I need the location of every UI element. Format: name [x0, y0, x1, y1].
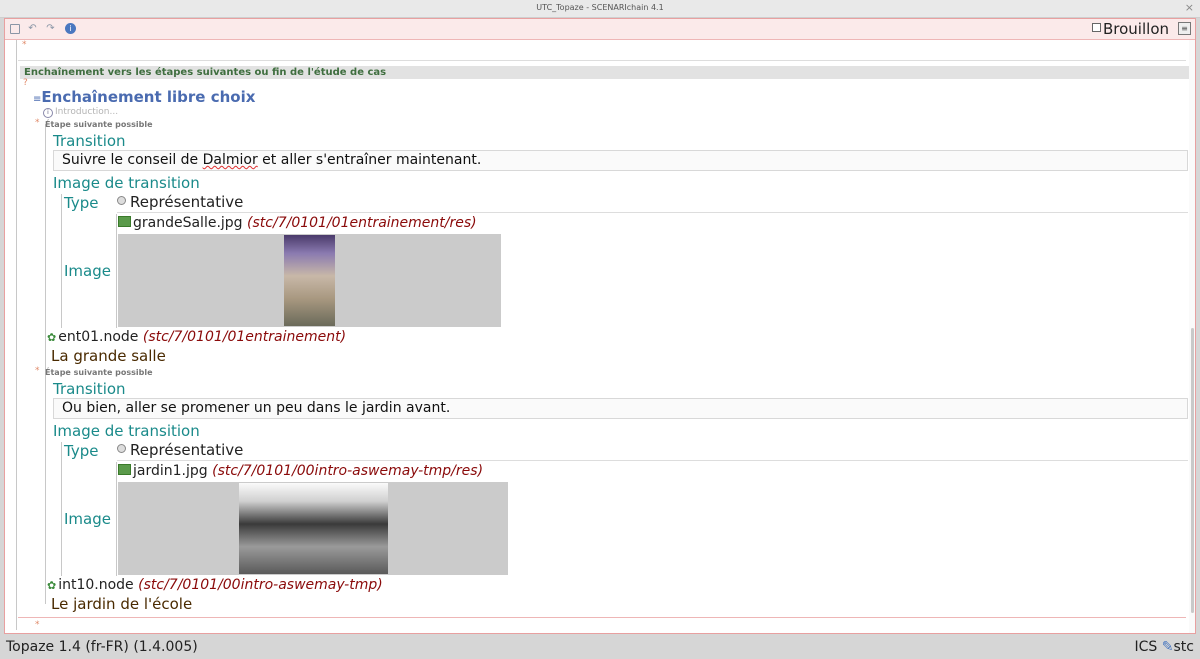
image-preview-photo — [284, 235, 335, 326]
divider — [117, 212, 1188, 213]
required-marker: * — [35, 118, 40, 128]
tree-line — [16, 40, 17, 630]
checkbox-box[interactable] — [1092, 23, 1101, 32]
node-ref[interactable]: ✿ int10.node (stc/7/0101/00intro-aswemay-… — [47, 577, 383, 593]
transition-text-part: Suivre le conseil de — [62, 152, 203, 168]
close-icon[interactable]: × — [1185, 1, 1194, 14]
intro-text: Introduction... — [55, 107, 119, 117]
image-file-ref[interactable]: grandeSalle.jpg (stc/7/0101/01entraineme… — [118, 215, 477, 231]
divider — [18, 60, 1186, 61]
transition-label: Transition — [53, 380, 126, 398]
type-value: Représentative — [130, 193, 244, 211]
type-label: Type — [64, 442, 99, 460]
transition-label: Transition — [53, 132, 126, 150]
required-marker: * — [35, 620, 40, 630]
image-label: Image — [64, 510, 111, 528]
image-label: Image — [64, 262, 111, 280]
node-ref[interactable]: ✿ ent01.node (stc/7/0101/01entrainement) — [47, 329, 346, 345]
file-name: jardin1.jpg — [133, 463, 208, 479]
window-titlebar: UTC_Topaze - SCENARIchain 4.1 × — [0, 0, 1200, 18]
radio-dot[interactable] — [117, 196, 126, 205]
node-title: Le jardin de l'école — [51, 595, 193, 613]
tree-line — [116, 214, 117, 328]
image-section-label: Image de transition — [53, 422, 200, 440]
divider — [18, 617, 1186, 618]
status-ics: ICS — [1134, 639, 1158, 655]
image-preview-photo — [239, 483, 388, 574]
node-name: int10.node — [58, 577, 134, 593]
type-label: Type — [64, 194, 99, 212]
info-icon[interactable]: i — [65, 23, 76, 34]
required-marker: * — [22, 40, 27, 50]
step-caption: Étape suivante possible — [45, 368, 153, 377]
vertical-scrollbar[interactable] — [1189, 40, 1195, 633]
save-icon[interactable] — [10, 24, 20, 34]
pen-icon: ✎ — [1161, 639, 1174, 655]
transition-text-field[interactable]: Ou bien, aller se promener un peu dans l… — [53, 398, 1188, 419]
draft-checkbox[interactable]: Brouillon — [1092, 20, 1169, 38]
transition-text-field[interactable]: Suivre le conseil de Dalmior et aller s'… — [53, 150, 1188, 171]
image-section-label: Image de transition — [53, 174, 200, 192]
window-title: UTC_Topaze - SCENARIchain 4.1 — [536, 3, 664, 12]
status-version: Topaze 1.4 (fr-FR) (1.4.005) — [6, 639, 198, 655]
misspelled-word: Dalmior — [202, 152, 258, 168]
required-marker: * — [35, 366, 40, 376]
node-path: (stc/7/0101/01entrainement) — [142, 329, 347, 345]
tree-line — [61, 442, 62, 576]
block-title-text: Enchaînement libre choix — [41, 88, 256, 106]
tree-line — [61, 194, 62, 328]
help-marker[interactable]: ? — [23, 78, 28, 88]
redo-icon[interactable]: ↷ — [45, 23, 56, 34]
intro-link[interactable]: i Introduction... — [43, 107, 118, 118]
node-path: (stc/7/0101/00intro-aswemay-tmp) — [138, 577, 383, 593]
image-file-ref[interactable]: jardin1.jpg (stc/7/0101/00intro-aswemay-… — [118, 463, 483, 479]
undo-icon[interactable]: ↶ — [27, 23, 38, 34]
radio-dot[interactable] — [117, 444, 126, 453]
image-file-icon — [118, 464, 131, 475]
file-path: (stc/7/0101/00intro-aswemay-tmp/res) — [212, 463, 484, 479]
info-small-icon: i — [43, 108, 53, 118]
step-caption: Étape suivante possible — [45, 120, 153, 129]
node-icon: ✿ — [47, 331, 57, 344]
file-path: (stc/7/0101/01entrainement/res) — [247, 215, 477, 231]
status-bar: Topaze 1.4 (fr-FR) (1.4.005) ICS ✎stc — [0, 635, 1200, 659]
type-value: Représentative — [130, 441, 244, 459]
tree-line — [116, 462, 117, 576]
editor-panel: ↶ ↷ i Brouillon ≡ * Enchaînement vers le… — [4, 18, 1196, 634]
draft-label: Brouillon — [1103, 20, 1169, 38]
editor-toolbar: ↶ ↷ i Brouillon ≡ — [5, 19, 1195, 40]
node-icon: ✿ — [47, 579, 57, 592]
file-name: grandeSalle.jpg — [133, 215, 243, 231]
block-title: ≡Enchaînement libre choix — [33, 88, 255, 106]
node-title: La grande salle — [51, 347, 166, 365]
menu-icon[interactable]: ≡ — [1178, 22, 1191, 35]
divider — [117, 460, 1188, 461]
transition-text-part: et aller s'entraîner maintenant. — [257, 152, 482, 168]
image-file-icon — [118, 216, 131, 227]
document-content[interactable]: * Enchaînement vers les étapes suivantes… — [5, 40, 1195, 633]
section-header: Enchaînement vers les étapes suivantes o… — [20, 66, 1190, 79]
type-radio[interactable]: Représentative — [117, 193, 243, 211]
scrollbar-thumb[interactable] — [1191, 328, 1194, 613]
type-radio[interactable]: Représentative — [117, 441, 243, 459]
status-user: ICS ✎stc — [1135, 639, 1194, 655]
node-name: ent01.node — [58, 329, 139, 345]
status-stc: stc — [1173, 639, 1194, 655]
tree-line — [45, 124, 46, 604]
